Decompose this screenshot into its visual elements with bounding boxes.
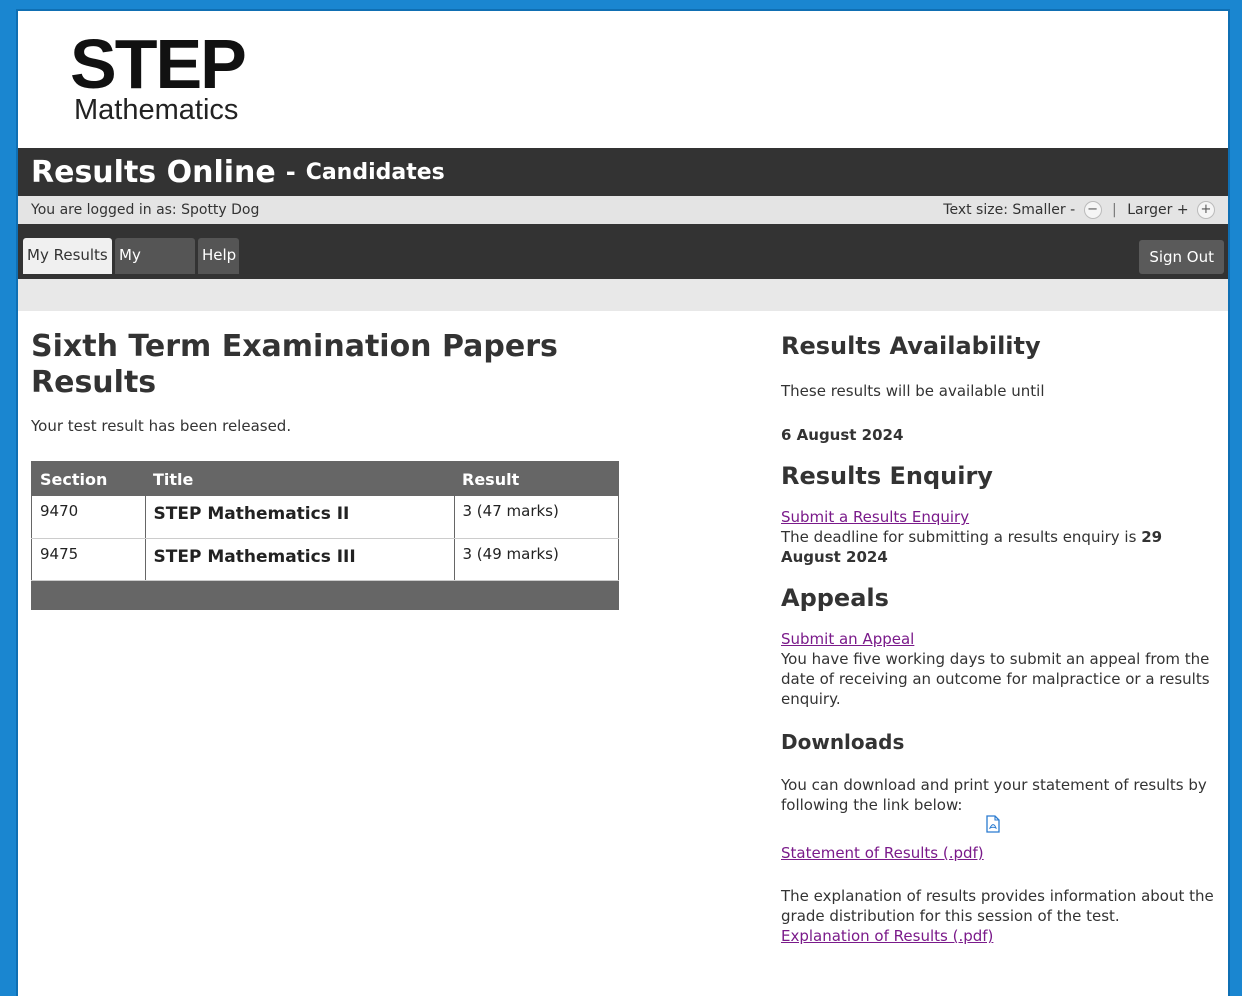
downloads-text: You can download and print your statemen… bbox=[781, 776, 1207, 814]
section-cell: 9470 bbox=[31, 496, 146, 539]
sign-out-button[interactable]: Sign Out bbox=[1139, 240, 1224, 274]
tab-my-profile[interactable]: My Profile bbox=[115, 238, 195, 298]
submit-enquiry-link[interactable]: Submit a Results Enquiry bbox=[781, 508, 969, 526]
col-result-header: Result bbox=[454, 461, 619, 496]
downloads-heading: Downloads bbox=[781, 730, 905, 754]
grey-strip bbox=[18, 279, 1228, 311]
title-cell: STEP Mathematics III bbox=[145, 538, 455, 581]
page-title: Sixth Term Examination Papers Results bbox=[31, 329, 558, 400]
section-cell: 9475 bbox=[31, 538, 146, 581]
result-cell: 3 (49 marks) bbox=[454, 538, 619, 581]
col-title-header: Title bbox=[145, 461, 454, 496]
title-cell: STEP Mathematics II bbox=[145, 496, 455, 539]
availability-text: These results will be available until bbox=[781, 382, 1045, 400]
text-larger-icon[interactable]: + bbox=[1197, 201, 1215, 219]
table-row: 9475 STEP Mathematics III 3 (49 marks) bbox=[31, 538, 619, 581]
enquiry-heading: Results Enquiry bbox=[781, 462, 993, 490]
tab-help[interactable]: Help bbox=[198, 238, 239, 274]
explanation-text: The explanation of results provides info… bbox=[781, 887, 1214, 925]
text-size-label: Text size: Smaller - bbox=[943, 202, 1076, 218]
table-footer-row bbox=[31, 580, 619, 609]
results-panel: Sixth Term Examination Papers Results Yo… bbox=[31, 311, 621, 610]
logged-in-label: You are logged in as: Spotty Dog bbox=[31, 202, 260, 218]
table-row: 9470 STEP Mathematics II 3 (47 marks) bbox=[31, 496, 619, 539]
tab-my-results[interactable]: My Results bbox=[23, 238, 112, 274]
explanation-of-results-link[interactable]: Explanation of Results (.pdf) bbox=[781, 927, 993, 945]
availability-date: 6 August 2024 bbox=[781, 426, 904, 444]
text-size-divider: | bbox=[1112, 202, 1117, 218]
user-bar: You are logged in as: Spotty Dog Text si… bbox=[18, 196, 1228, 224]
app-title: Results Online bbox=[31, 154, 276, 190]
submit-appeal-link[interactable]: Submit an Appeal bbox=[781, 630, 914, 648]
step-mathematics-logo: STEP Mathematics bbox=[70, 25, 247, 126]
release-status: Your test result has been released. bbox=[31, 417, 292, 435]
app-subtitle: Candidates bbox=[305, 159, 445, 185]
availability-heading: Results Availability bbox=[781, 332, 1041, 360]
appeals-text: You have five working days to submit an … bbox=[781, 650, 1210, 708]
enquiry-text: The deadline for submitting a results en… bbox=[781, 528, 1137, 546]
logo-mathematics-text: Mathematics bbox=[74, 94, 239, 126]
col-section-header: Section bbox=[31, 461, 145, 496]
text-smaller-icon[interactable]: − bbox=[1083, 201, 1102, 219]
text-larger-label[interactable]: Larger + bbox=[1127, 202, 1188, 218]
enquiry-deadline-text: The deadline for submitting a results en… bbox=[781, 527, 1221, 567]
text-size-controls: Text size: Smaller - − | Larger + + bbox=[943, 201, 1215, 219]
pdf-document-icon[interactable] bbox=[986, 815, 1000, 833]
page-frame: STEP Mathematics Results Online - Candid… bbox=[16, 9, 1230, 996]
table-header-row: Section Title Result bbox=[31, 461, 619, 496]
appeals-heading: Appeals bbox=[781, 584, 889, 612]
results-table: Section Title Result 9470 STEP Mathemati… bbox=[31, 461, 619, 610]
result-cell: 3 (47 marks) bbox=[454, 496, 619, 539]
statement-of-results-link[interactable]: Statement of Results (.pdf) bbox=[781, 844, 984, 862]
title-separator: - bbox=[285, 158, 296, 186]
main-nav: My Results My Profile Help Sign Out bbox=[18, 224, 1228, 298]
title-bar: Results Online - Candidates bbox=[18, 148, 1228, 196]
logo-step-text: STEP bbox=[70, 25, 247, 103]
info-sidebar: Results Availability These results will … bbox=[781, 311, 1221, 946]
